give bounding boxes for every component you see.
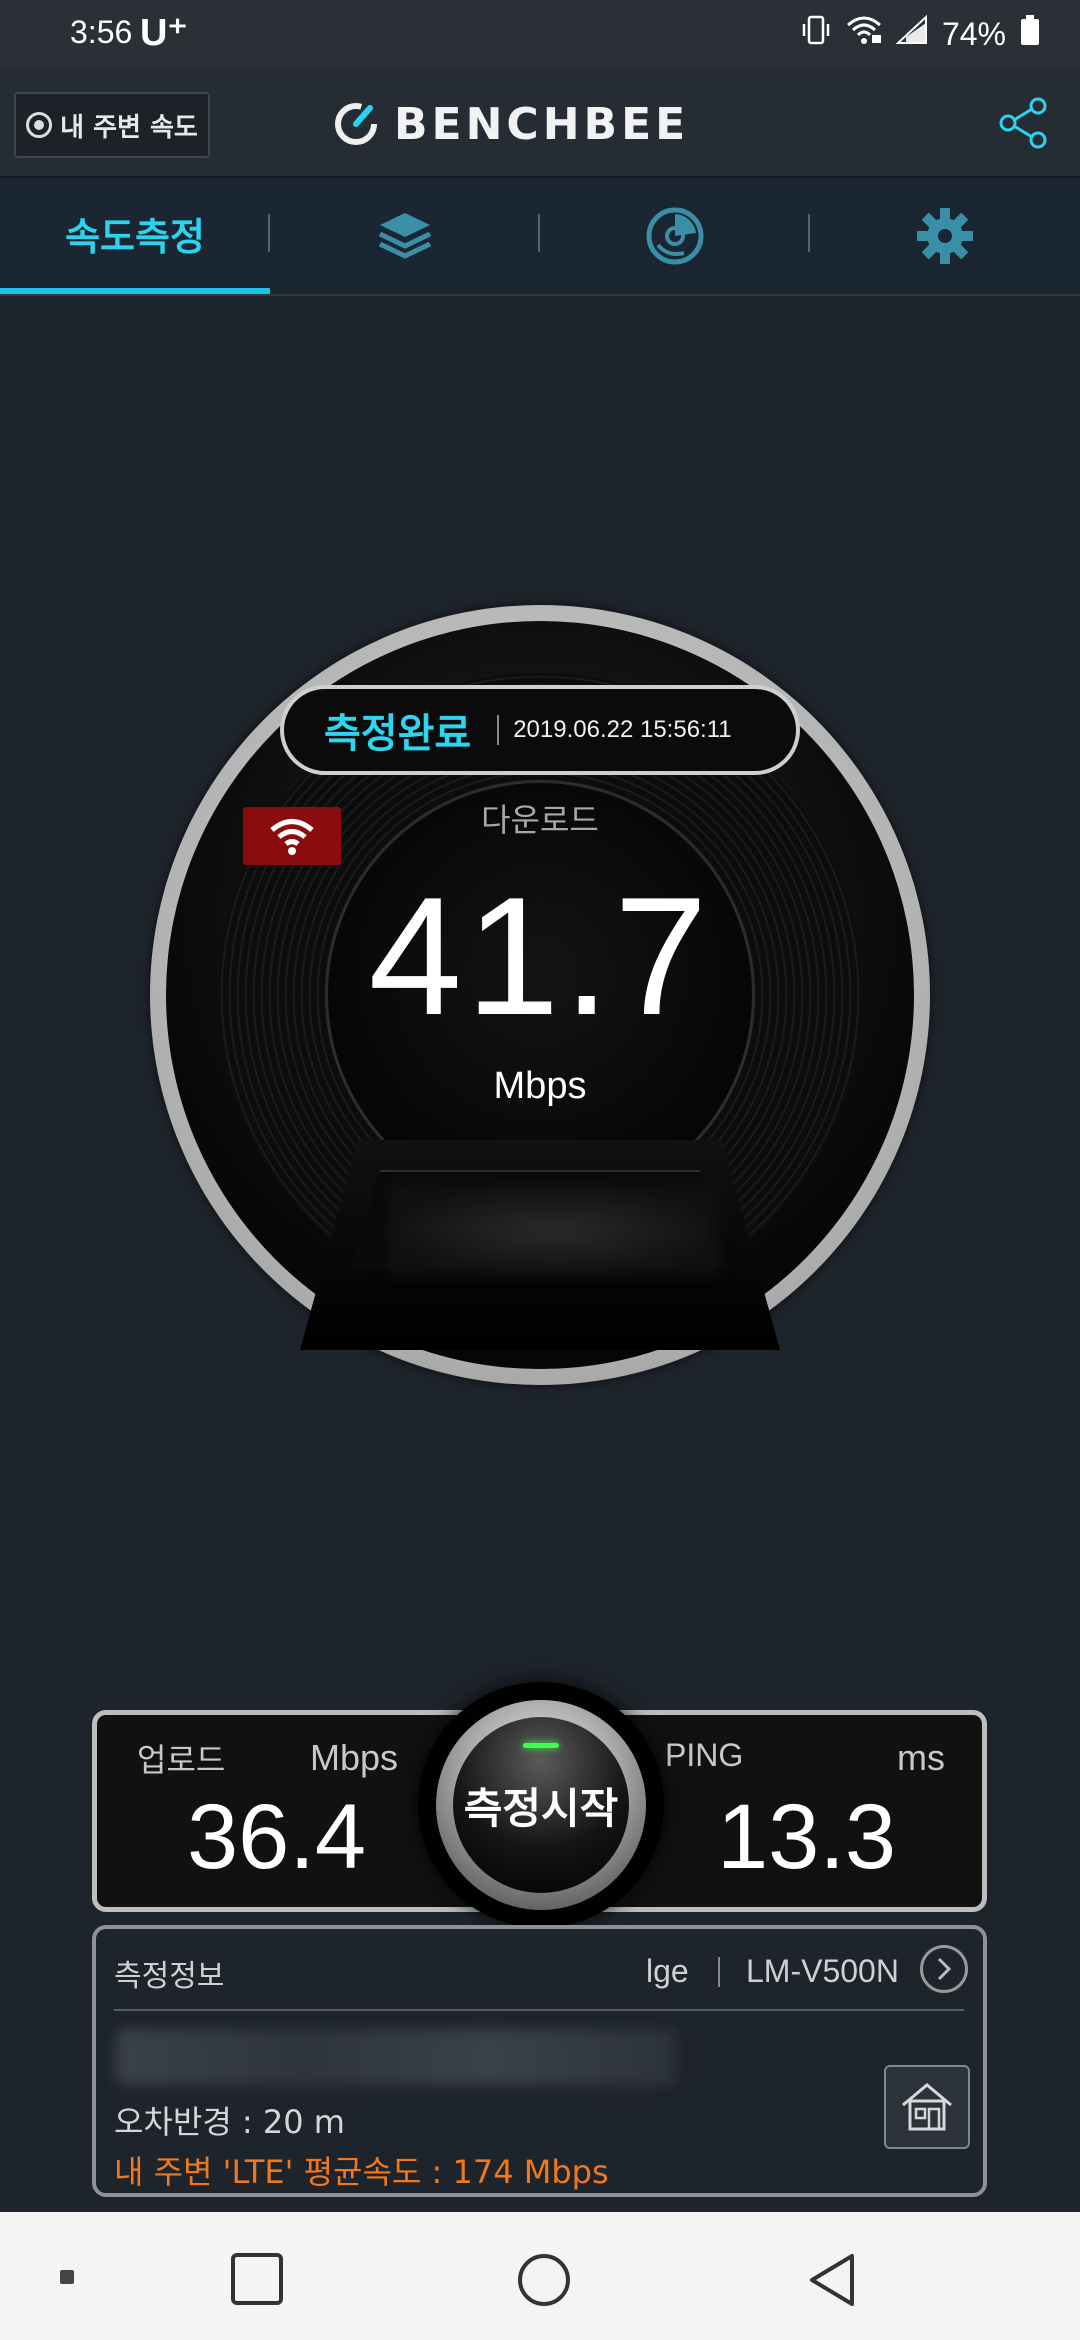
wifi-icon: [846, 15, 882, 53]
device-brand: lge: [646, 1953, 689, 1989]
tab-settings[interactable]: [810, 178, 1080, 294]
chevron-right-icon: [937, 1957, 952, 1981]
battery-percent: 74%: [941, 15, 1006, 52]
measure-info-panel: 측정정보 lge LM-V500N 오차반경 : 20 m 내 주변 'LTE'…: [92, 1925, 987, 2197]
start-button-label: 측정시작: [463, 1783, 619, 1833]
home-icon: [902, 2083, 952, 2131]
status-icons: 74%: [800, 14, 1040, 54]
back-triangle-icon[interactable]: [806, 2252, 858, 2312]
download-label: 다운로드: [481, 801, 599, 839]
info-title: 측정정보: [114, 1959, 225, 1994]
system-nav-bar: [0, 2212, 1080, 2340]
logo-text: BENCHBEE: [394, 98, 690, 150]
ping-unit: ms: [897, 1737, 945, 1778]
status-pill: 측정완료 2019.06.22 15:56:11: [280, 685, 800, 775]
speed-gauge: 측정완료 2019.06.22 15:56:11 다운로드 41.7 Mbps: [150, 605, 930, 1385]
ping-label: PING: [665, 1737, 744, 1773]
battery-icon: [1020, 14, 1040, 54]
upload-label: 업로드: [137, 1741, 226, 1779]
status-bar: 3:56 U⁺ 74%: [0, 0, 1080, 66]
layers-icon: [378, 213, 432, 259]
start-test-button[interactable]: 측정시작: [436, 1700, 646, 1910]
tab-speed-test-label: 속도측정: [65, 214, 205, 259]
device-model: LM-V500N: [746, 1953, 899, 1989]
status-led: [523, 1743, 559, 1748]
nearby-speed-button[interactable]: 내 주변 속도: [14, 92, 210, 158]
pill-divider: [497, 715, 500, 745]
measure-status: 측정완료: [324, 711, 472, 757]
nearby-speed-label: 내 주변 속도: [60, 112, 198, 143]
overview-square-icon[interactable]: [230, 2252, 284, 2310]
error-radius: 오차반경 : 20 m: [114, 2103, 345, 2141]
home-circle-icon[interactable]: [516, 2252, 572, 2312]
app-header: 내 주변 속도 BENCHBEE: [0, 66, 1080, 178]
ping-value: 13.3: [717, 1786, 897, 1888]
download-unit: Mbps: [493, 1065, 587, 1107]
radio-icon: [26, 112, 53, 138]
upload-value: 36.4: [187, 1786, 367, 1888]
status-time: 3:56: [70, 14, 133, 50]
share-icon[interactable]: [996, 96, 1050, 154]
nearby-average: 내 주변 'LTE' 평균속도 : 174 Mbps: [114, 2153, 609, 2191]
benchbee-logo: BENCHBEE: [332, 94, 689, 154]
speedometer-logo-icon: [335, 103, 377, 145]
blurred-location: [116, 2029, 676, 2085]
blurred-network-name: [388, 1185, 718, 1275]
gear-icon: [917, 208, 973, 264]
main-tabs: 속도측정: [0, 178, 1080, 296]
home-button[interactable]: [884, 2065, 970, 2149]
tab-speed-test[interactable]: 속도측정: [0, 178, 270, 294]
start-button-face: 측정시작: [453, 1717, 629, 1893]
recent-dot-icon[interactable]: [58, 2268, 76, 2290]
measure-datetime: 2019.06.22 15:56:11: [513, 716, 732, 743]
map-dial-icon: [646, 207, 704, 265]
vibrate-icon: [800, 14, 832, 54]
signal-icon: [895, 14, 928, 53]
info-divider: [718, 1957, 720, 1987]
tab-history[interactable]: [270, 178, 540, 294]
download-value: 41.7: [368, 862, 712, 1050]
status-carrier: U⁺: [140, 12, 188, 54]
upload-unit: Mbps: [310, 1737, 399, 1778]
info-separator: [114, 2009, 964, 2011]
info-detail-button[interactable]: [920, 1945, 968, 1993]
tab-map[interactable]: [540, 178, 810, 294]
